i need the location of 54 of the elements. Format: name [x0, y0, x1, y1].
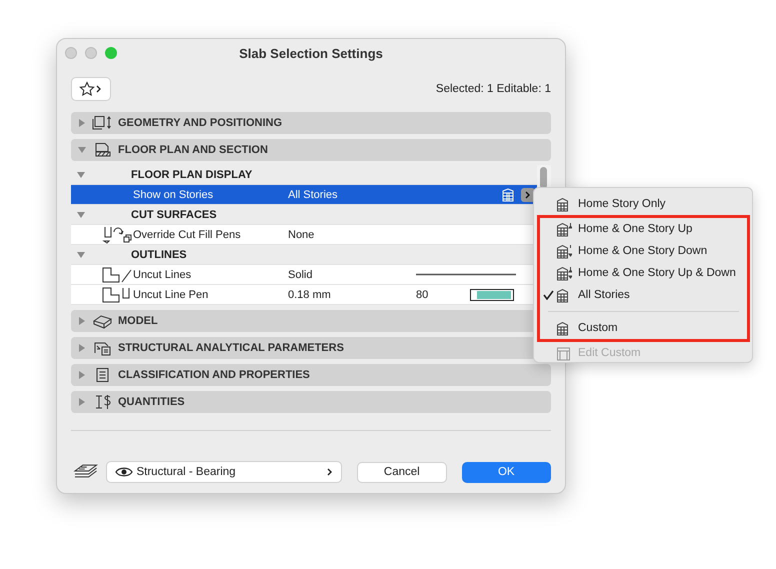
pen-number: 80	[416, 288, 430, 300]
section-header[interactable]: QUANTITIES	[71, 391, 551, 413]
disclosure-triangle-icon[interactable]	[78, 344, 86, 352]
menu-item[interactable]: Home & One Story Up & Down	[534, 262, 747, 284]
setting-label: Show on Stories	[133, 188, 214, 200]
pen-swatch[interactable]	[470, 288, 514, 300]
disclosure-triangle-icon[interactable]	[78, 317, 86, 325]
favorites-button[interactable]	[71, 77, 111, 101]
menu-item[interactable]: All Stories	[534, 284, 747, 306]
favorite-dropdown[interactable]: Structural - Bearing	[106, 461, 342, 483]
section-header[interactable]: CLASSIFICATION AND PROPERTIES	[71, 364, 551, 386]
setting-value: 0.18 mm	[288, 288, 332, 300]
disclosure-triangle-icon[interactable]	[77, 170, 85, 178]
disclosure-triangle-icon[interactable]	[78, 119, 86, 127]
building-icon	[556, 244, 572, 258]
model-icon	[92, 313, 114, 329]
setting-value: None	[288, 228, 316, 240]
disclosure-triangle-icon[interactable]	[77, 250, 85, 258]
uncut-lines-icon	[101, 266, 133, 284]
geometry-icon	[92, 115, 114, 131]
disclosure-triangle-icon[interactable]	[78, 371, 86, 379]
section-header[interactable]: FLOOR PLAN AND SECTION	[71, 139, 551, 161]
cancel-button[interactable]: Cancel	[357, 462, 447, 482]
setting-label: Uncut Lines	[133, 268, 192, 280]
building-icon	[556, 266, 572, 280]
building-icon	[556, 346, 572, 360]
setting-value: Solid	[288, 268, 314, 280]
zoom-button[interactable]	[105, 47, 117, 59]
checkmark-icon	[542, 290, 554, 300]
disclosure-triangle-icon[interactable]	[77, 210, 85, 218]
building-icon	[501, 188, 515, 202]
options-button[interactable]	[521, 188, 535, 202]
section-header[interactable]: GEOMETRY AND POSITIONING	[71, 112, 551, 134]
selection-info: Selected: 1 Editable: 1	[436, 83, 551, 95]
override-pens-icon	[101, 226, 133, 244]
minimize-button[interactable]	[85, 47, 97, 59]
disclosure-triangle-icon[interactable]	[78, 398, 86, 406]
ok-button[interactable]: OK	[462, 462, 551, 482]
group-header[interactable]: FLOOR PLAN DISPLAY	[71, 165, 537, 185]
setting-row[interactable]: Show on Stories All Stories	[71, 185, 537, 205]
disclosure-triangle-icon[interactable]	[78, 146, 86, 154]
eye-icon	[115, 466, 134, 478]
chevron-icon	[525, 190, 531, 198]
chevron-icon	[327, 468, 334, 476]
menu-item[interactable]: Home & One Story Down	[534, 240, 747, 262]
building-icon	[556, 222, 572, 236]
setting-value: All Stories	[288, 188, 339, 200]
setting-label: Uncut Line Pen	[133, 288, 210, 300]
menu-item[interactable]: Home Story Only	[534, 193, 752, 215]
star-icon	[79, 81, 103, 97]
menu-item[interactable]: Home & One Story Up	[534, 218, 747, 240]
close-button[interactable]	[65, 47, 77, 59]
window-title: Slab Selection Settings	[239, 46, 383, 60]
setting-label: Override Cut Fill Pens	[133, 228, 242, 240]
